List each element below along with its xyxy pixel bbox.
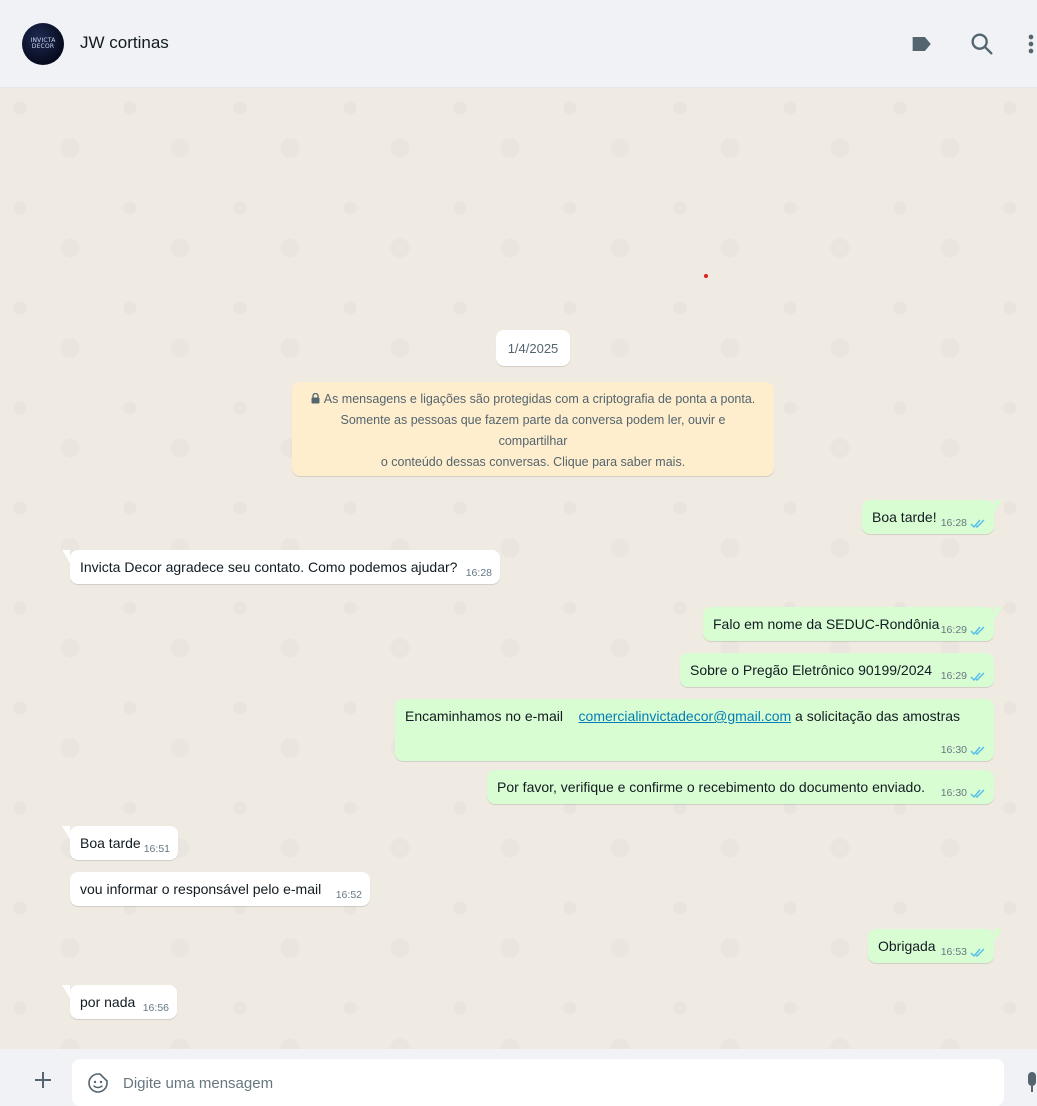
encryption-line-2: Somente as pessoas que fazem parte da co… (340, 413, 726, 448)
message-text: por nada (80, 994, 136, 1010)
message-text: Encaminhamos no e-mail (405, 708, 563, 724)
message-time: 16:56 (142, 1002, 169, 1014)
message-outgoing[interactable]: Boa tarde! 16:28 (862, 500, 1002, 534)
double-check-icon (970, 626, 985, 635)
search-icon[interactable] (968, 30, 996, 58)
double-check-icon (970, 746, 985, 755)
double-check-icon (970, 672, 985, 681)
message-incoming[interactable]: Invicta Decor agradece seu contato. Como… (62, 550, 500, 584)
message-time: 16:53 (940, 946, 967, 958)
encryption-line-1: As mensagens e ligações são protegidas c… (323, 392, 756, 406)
message-time: 16:29 (940, 670, 967, 682)
bubble-tail (994, 929, 1002, 942)
bubble-tail (994, 607, 1002, 620)
message-outgoing[interactable]: Obrigada 16:53 (868, 929, 1002, 963)
date-chip: 1/4/2025 (496, 330, 570, 366)
encryption-line-3: o conteúdo dessas conversas. Clique para… (380, 455, 686, 469)
label-icon[interactable] (908, 30, 936, 58)
message-time: 16:29 (940, 624, 967, 636)
message-incoming[interactable]: por nada 16:56 (62, 985, 177, 1019)
menu-icon[interactable] (1024, 30, 1037, 58)
message-time: 16:28 (465, 567, 492, 579)
encryption-notice[interactable]: As mensagens e ligações são protegidas c… (292, 382, 774, 476)
message-outgoing[interactable]: Sobre o Pregão Eletrônico 90199/2024 16:… (680, 653, 994, 687)
message-text: Invicta Decor agradece seu contato. Como… (80, 559, 458, 575)
microphone-icon[interactable] (1026, 1070, 1037, 1094)
message-incoming[interactable]: Boa tarde 16:51 (62, 826, 178, 860)
plus-icon[interactable] (33, 1070, 53, 1090)
message-text: Boa tarde (80, 835, 141, 851)
message-text: a solicitação das amostras (795, 708, 961, 724)
message-time: 16:51 (143, 843, 170, 855)
avatar[interactable]: INVICTA DECOR (22, 23, 64, 65)
contact-name[interactable]: JW cortinas (80, 33, 169, 53)
lock-icon (311, 393, 320, 404)
bubble-tail (62, 985, 70, 998)
message-time: 16:30 (940, 787, 967, 799)
message-time: 16:52 (335, 889, 362, 901)
message-text: vou informar o responsável pelo e-mail (80, 881, 322, 897)
message-outgoing[interactable]: Encaminhamos no e-mail comercialinvictad… (395, 699, 994, 761)
bubble-tail (62, 826, 70, 839)
message-text: Boa tarde! (872, 509, 937, 525)
bubble-tail (994, 500, 1002, 513)
message-text: Falo em nome da SEDUC-Rondônia (713, 616, 940, 632)
chat-header[interactable]: INVICTA DECOR JW cortinas (0, 0, 1037, 88)
message-text: Obrigada (878, 938, 936, 954)
email-link[interactable]: comercialinvictadecor@gmail.com (579, 708, 792, 724)
avatar-text-bottom: DECOR (31, 43, 55, 50)
message-input-placeholder: Digite uma mensagem (123, 1075, 274, 1092)
double-check-icon (970, 948, 985, 957)
bubble-tail (62, 550, 70, 563)
decorative-dot (704, 274, 708, 278)
sticker-icon[interactable] (87, 1072, 109, 1094)
double-check-icon (970, 519, 985, 528)
message-incoming[interactable]: vou informar o responsável pelo e-mail 1… (70, 872, 370, 906)
message-time: 16:28 (940, 517, 967, 529)
message-text: Sobre o Pregão Eletrônico 90199/2024 (690, 662, 933, 678)
message-outgoing[interactable]: Falo em nome da SEDUC-Rondônia 16:29 (703, 607, 1002, 641)
message-outgoing[interactable]: Por favor, verifique e confirme o recebi… (487, 770, 994, 804)
message-text: Por favor, verifique e confirme o recebi… (497, 779, 926, 795)
double-check-icon (970, 789, 985, 798)
message-time: 16:30 (940, 744, 967, 756)
